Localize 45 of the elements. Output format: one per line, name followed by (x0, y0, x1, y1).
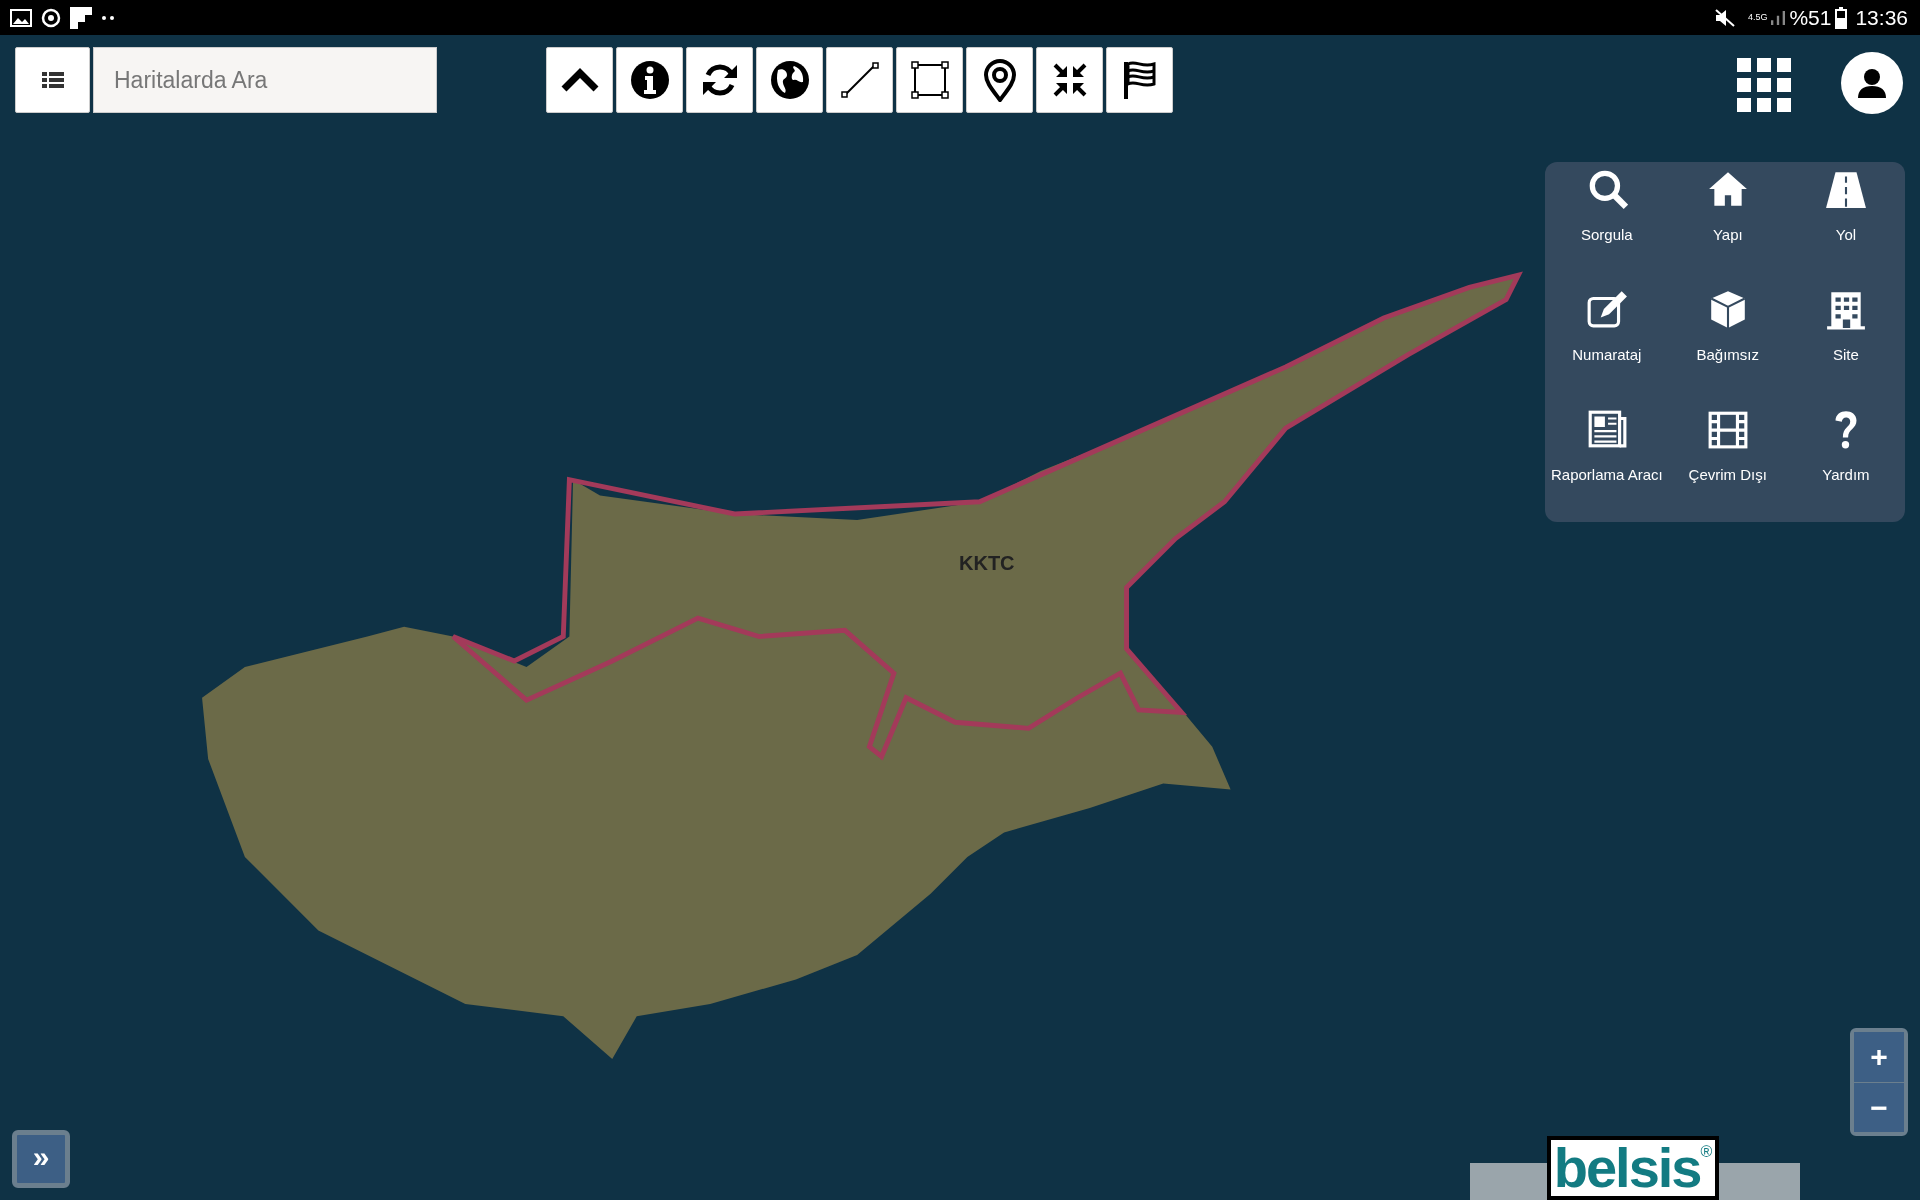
flag-icon (1121, 60, 1158, 100)
measure-line-button[interactable] (826, 47, 893, 113)
info-button[interactable] (616, 47, 683, 113)
menu-item[interactable]: Site (1786, 282, 1905, 402)
list-button[interactable] (15, 47, 90, 113)
user-icon (1857, 68, 1887, 98)
zoom-out-button[interactable]: − (1854, 1082, 1904, 1132)
battery-icon (1835, 6, 1848, 29)
menu-item[interactable]: Bağımsız (1668, 282, 1787, 402)
list-icon (41, 71, 64, 89)
sync-icon (40, 6, 62, 29)
menu-item[interactable]: Raporlama Aracı (1545, 402, 1669, 522)
menu-item[interactable]: Çevrim Dışı (1668, 402, 1787, 522)
menu-item[interactable]: Yardım (1786, 402, 1905, 522)
flag-button[interactable] (1106, 47, 1173, 113)
menu-item[interactable]: Numarataj (1545, 282, 1669, 402)
map-pin-icon (982, 58, 1017, 102)
battery-percent: %51 (1789, 4, 1832, 31)
search-field[interactable]: Haritalarda Ara (93, 47, 437, 113)
signal-icon (1771, 10, 1786, 25)
compress-button[interactable] (1036, 47, 1103, 113)
expand-button[interactable]: » (12, 1130, 70, 1188)
menu-item[interactable]: Yol (1786, 162, 1905, 282)
globe-button[interactable] (756, 47, 823, 113)
mute-icon (1713, 7, 1736, 28)
line-icon (839, 60, 880, 100)
registered-mark: ® (1700, 1144, 1713, 1160)
gallery-icon (10, 8, 32, 27)
clock: 13:36 (1855, 4, 1908, 31)
logo-text: belsis (1553, 1140, 1701, 1196)
chevron-up-icon (559, 67, 600, 93)
measure-area-button[interactable] (896, 47, 963, 113)
globe-icon (769, 60, 810, 100)
edit-icon (1585, 288, 1628, 330)
region-label: KKTC (959, 551, 1015, 576)
square-select-icon (910, 61, 949, 99)
network-type: 4.5G (1747, 13, 1768, 22)
collapse-button[interactable] (546, 47, 613, 113)
location-button[interactable] (966, 47, 1033, 113)
menu-item[interactable]: Yapı (1668, 162, 1787, 282)
menu-item[interactable]: Sorgula (1545, 162, 1669, 282)
dots-icon (100, 14, 116, 21)
refresh-button[interactable] (686, 47, 753, 113)
info-icon (629, 60, 670, 100)
apps-grid-icon[interactable] (1737, 58, 1791, 112)
